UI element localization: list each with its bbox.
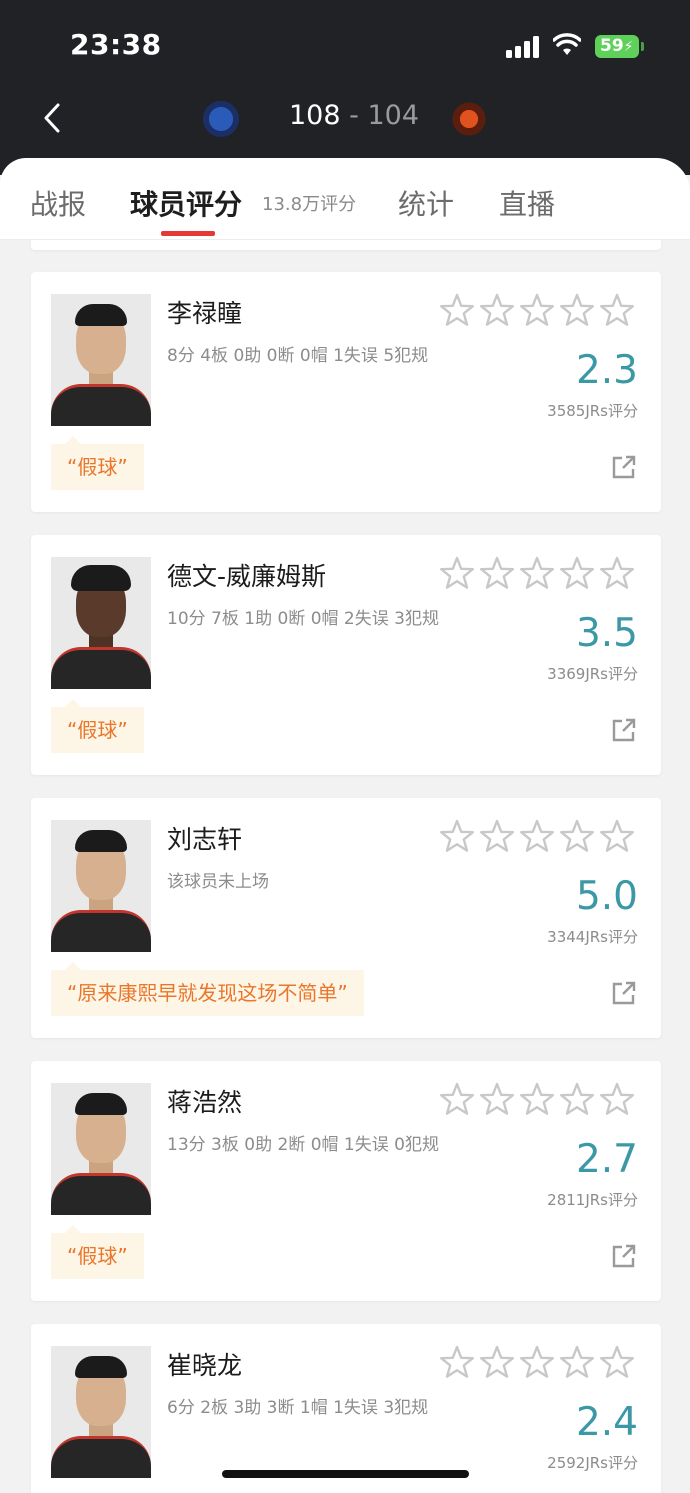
cellular-signal-icon — [506, 36, 542, 58]
player-name: 刘志轩 — [167, 825, 243, 854]
player-stats: 6分 2板 3助 3断 1帽 1失误 3犯规 — [167, 1398, 429, 1418]
player-card[interactable]: 李禄瞳 8分 4板 0助 0断 0帽 1失误 5犯规 2.3 3585JRs评分… — [31, 272, 661, 512]
star-icon[interactable] — [519, 1345, 555, 1379]
player-stats: 13分 3板 0助 2断 0帽 1失误 0犯规 — [167, 1135, 439, 1155]
away-team-logo[interactable] — [449, 97, 489, 137]
player-name: 李禄瞳 — [167, 299, 243, 328]
star-icon[interactable] — [479, 819, 515, 853]
average-rating: 2.7 — [575, 1137, 638, 1182]
score: 108 - 104 — [289, 100, 419, 131]
tab-player-ratings[interactable]: 球员评分 — [130, 183, 242, 223]
active-tab-indicator — [161, 231, 215, 236]
score-separator: - — [349, 100, 359, 131]
home-indicator — [222, 1470, 469, 1478]
player-name: 蒋浩然 — [167, 1088, 243, 1117]
star-icon[interactable] — [439, 1345, 475, 1379]
home-team-logo[interactable] — [201, 97, 241, 137]
back-button[interactable] — [38, 100, 68, 136]
star-icon[interactable] — [599, 1345, 635, 1379]
star-icon[interactable] — [559, 556, 595, 590]
battery-level: 59 — [600, 36, 624, 56]
star-rating-input[interactable] — [439, 556, 639, 590]
star-rating-input[interactable] — [439, 1082, 639, 1116]
chevron-left-icon — [44, 103, 60, 133]
ratings-count: 13.8万评分 — [262, 194, 357, 215]
star-rating-input[interactable] — [439, 819, 639, 853]
top-comment-bubble[interactable]: “假球” — [51, 699, 144, 753]
average-rating: 3.5 — [575, 611, 638, 656]
star-icon[interactable] — [519, 1082, 555, 1116]
star-icon[interactable] — [479, 556, 515, 590]
player-avatar[interactable] — [51, 1083, 151, 1215]
player-name: 德文-威廉姆斯 — [167, 562, 327, 591]
player-stats: 该球员未上场 — [167, 872, 269, 892]
star-icon[interactable] — [559, 819, 595, 853]
rating-count: 3369JRs评分 — [547, 665, 638, 683]
star-icon[interactable] — [519, 556, 555, 590]
top-comment-bubble[interactable]: “假球” — [51, 1225, 144, 1279]
player-card[interactable]: 德文-威廉姆斯 10分 7板 1助 0断 0帽 2失误 3犯规 3.5 3369… — [31, 535, 661, 775]
star-icon[interactable] — [559, 1345, 595, 1379]
tab-live[interactable]: 直播 — [499, 183, 555, 223]
rating-count: 3344JRs评分 — [547, 928, 638, 946]
top-header: 23:38 59⚡ 108 - 104 — [0, 0, 690, 175]
star-icon[interactable] — [479, 1082, 515, 1116]
top-comment-bubble[interactable]: “假球” — [51, 436, 144, 490]
star-icon[interactable] — [439, 1082, 475, 1116]
star-icon[interactable] — [439, 556, 475, 590]
top-comment-bubble[interactable]: “原来康熙早就发现这场不简单” — [51, 962, 364, 1016]
player-avatar[interactable] — [51, 820, 151, 952]
tab-report[interactable]: 战报 — [30, 183, 86, 223]
star-icon[interactable] — [439, 293, 475, 327]
average-rating: 5.0 — [575, 874, 638, 919]
player-avatar[interactable] — [51, 294, 151, 426]
player-avatar[interactable] — [51, 557, 151, 689]
star-icon[interactable] — [519, 293, 555, 327]
rating-count: 2592JRs评分 — [547, 1454, 638, 1472]
star-rating-input[interactable] — [439, 1345, 639, 1379]
star-icon[interactable] — [599, 1082, 635, 1116]
away-score: 104 — [367, 100, 420, 131]
star-icon[interactable] — [559, 293, 595, 327]
share-icon[interactable] — [611, 1243, 637, 1269]
star-icon[interactable] — [599, 293, 635, 327]
share-icon[interactable] — [611, 454, 637, 480]
player-card[interactable]: 刘志轩 该球员未上场 5.0 3344JRs评分 “原来康熙早就发现这场不简单” — [31, 798, 661, 1038]
status-time: 23:38 — [70, 28, 162, 61]
player-avatar[interactable] — [51, 1346, 151, 1478]
star-icon[interactable] — [559, 1082, 595, 1116]
player-stats: 10分 7板 1助 0断 0帽 2失误 3犯规 — [167, 609, 439, 629]
tab-stats[interactable]: 统计 — [398, 183, 454, 223]
rating-count: 2811JRs评分 — [547, 1191, 638, 1209]
star-icon[interactable] — [599, 556, 635, 590]
share-icon[interactable] — [611, 980, 637, 1006]
star-icon[interactable] — [479, 1345, 515, 1379]
player-rating-list[interactable]: 李禄瞳 8分 4板 0助 0断 0帽 1失误 5犯规 2.3 3585JRs评分… — [0, 240, 690, 1493]
share-icon[interactable] — [611, 717, 637, 743]
rating-count: 3585JRs评分 — [547, 402, 638, 420]
battery-tip — [641, 42, 644, 51]
player-card[interactable]: 崔晓龙 6分 2板 3助 3断 1帽 1失误 3犯规 2.4 2592JRs评分 — [31, 1324, 661, 1493]
battery-indicator: 59⚡ — [595, 35, 639, 58]
wifi-icon — [553, 33, 581, 55]
tab-bar: 战报 球员评分 13.8万评分 统计 直播 — [0, 158, 690, 240]
average-rating: 2.3 — [575, 348, 638, 393]
star-icon[interactable] — [519, 819, 555, 853]
average-rating: 2.4 — [575, 1400, 638, 1445]
player-card[interactable]: 蒋浩然 13分 3板 0助 2断 0帽 1失误 0犯规 2.7 2811JRs评… — [31, 1061, 661, 1301]
previous-card-edge — [31, 240, 661, 250]
star-rating-input[interactable] — [439, 293, 639, 327]
star-icon[interactable] — [439, 819, 475, 853]
star-icon[interactable] — [479, 293, 515, 327]
home-score: 108 — [289, 100, 341, 131]
player-name: 崔晓龙 — [167, 1351, 243, 1380]
player-stats: 8分 4板 0助 0断 0帽 1失误 5犯规 — [167, 346, 429, 366]
star-icon[interactable] — [599, 819, 635, 853]
